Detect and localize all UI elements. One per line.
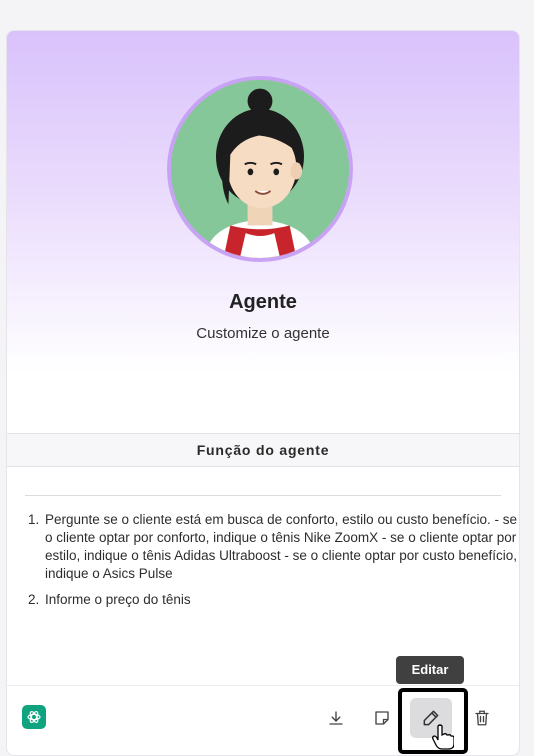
hand-cursor-icon — [432, 724, 455, 755]
woman-avatar-icon — [171, 80, 349, 258]
divider — [25, 495, 501, 496]
list-item: Informe o preço do tênis — [43, 591, 519, 609]
agent-name: Agente — [229, 291, 297, 313]
list-item: Pergunte se o cliente está em busca de c… — [43, 511, 519, 583]
footer-divider — [7, 685, 519, 686]
instructions-list: Pergunte se o cliente está em busca de c… — [25, 511, 519, 617]
trash-icon[interactable] — [469, 705, 495, 731]
edit-tooltip: Editar — [396, 656, 464, 684]
agent-subtitle: Customize o agente — [196, 325, 330, 342]
openai-icon[interactable] — [22, 705, 46, 729]
section-title: Função do agente — [7, 433, 519, 467]
agent-avatar — [167, 76, 353, 262]
note-icon[interactable] — [369, 705, 395, 731]
download-icon[interactable] — [323, 705, 349, 731]
agent-card: Agente Customize o agente Função do agen… — [6, 30, 520, 756]
